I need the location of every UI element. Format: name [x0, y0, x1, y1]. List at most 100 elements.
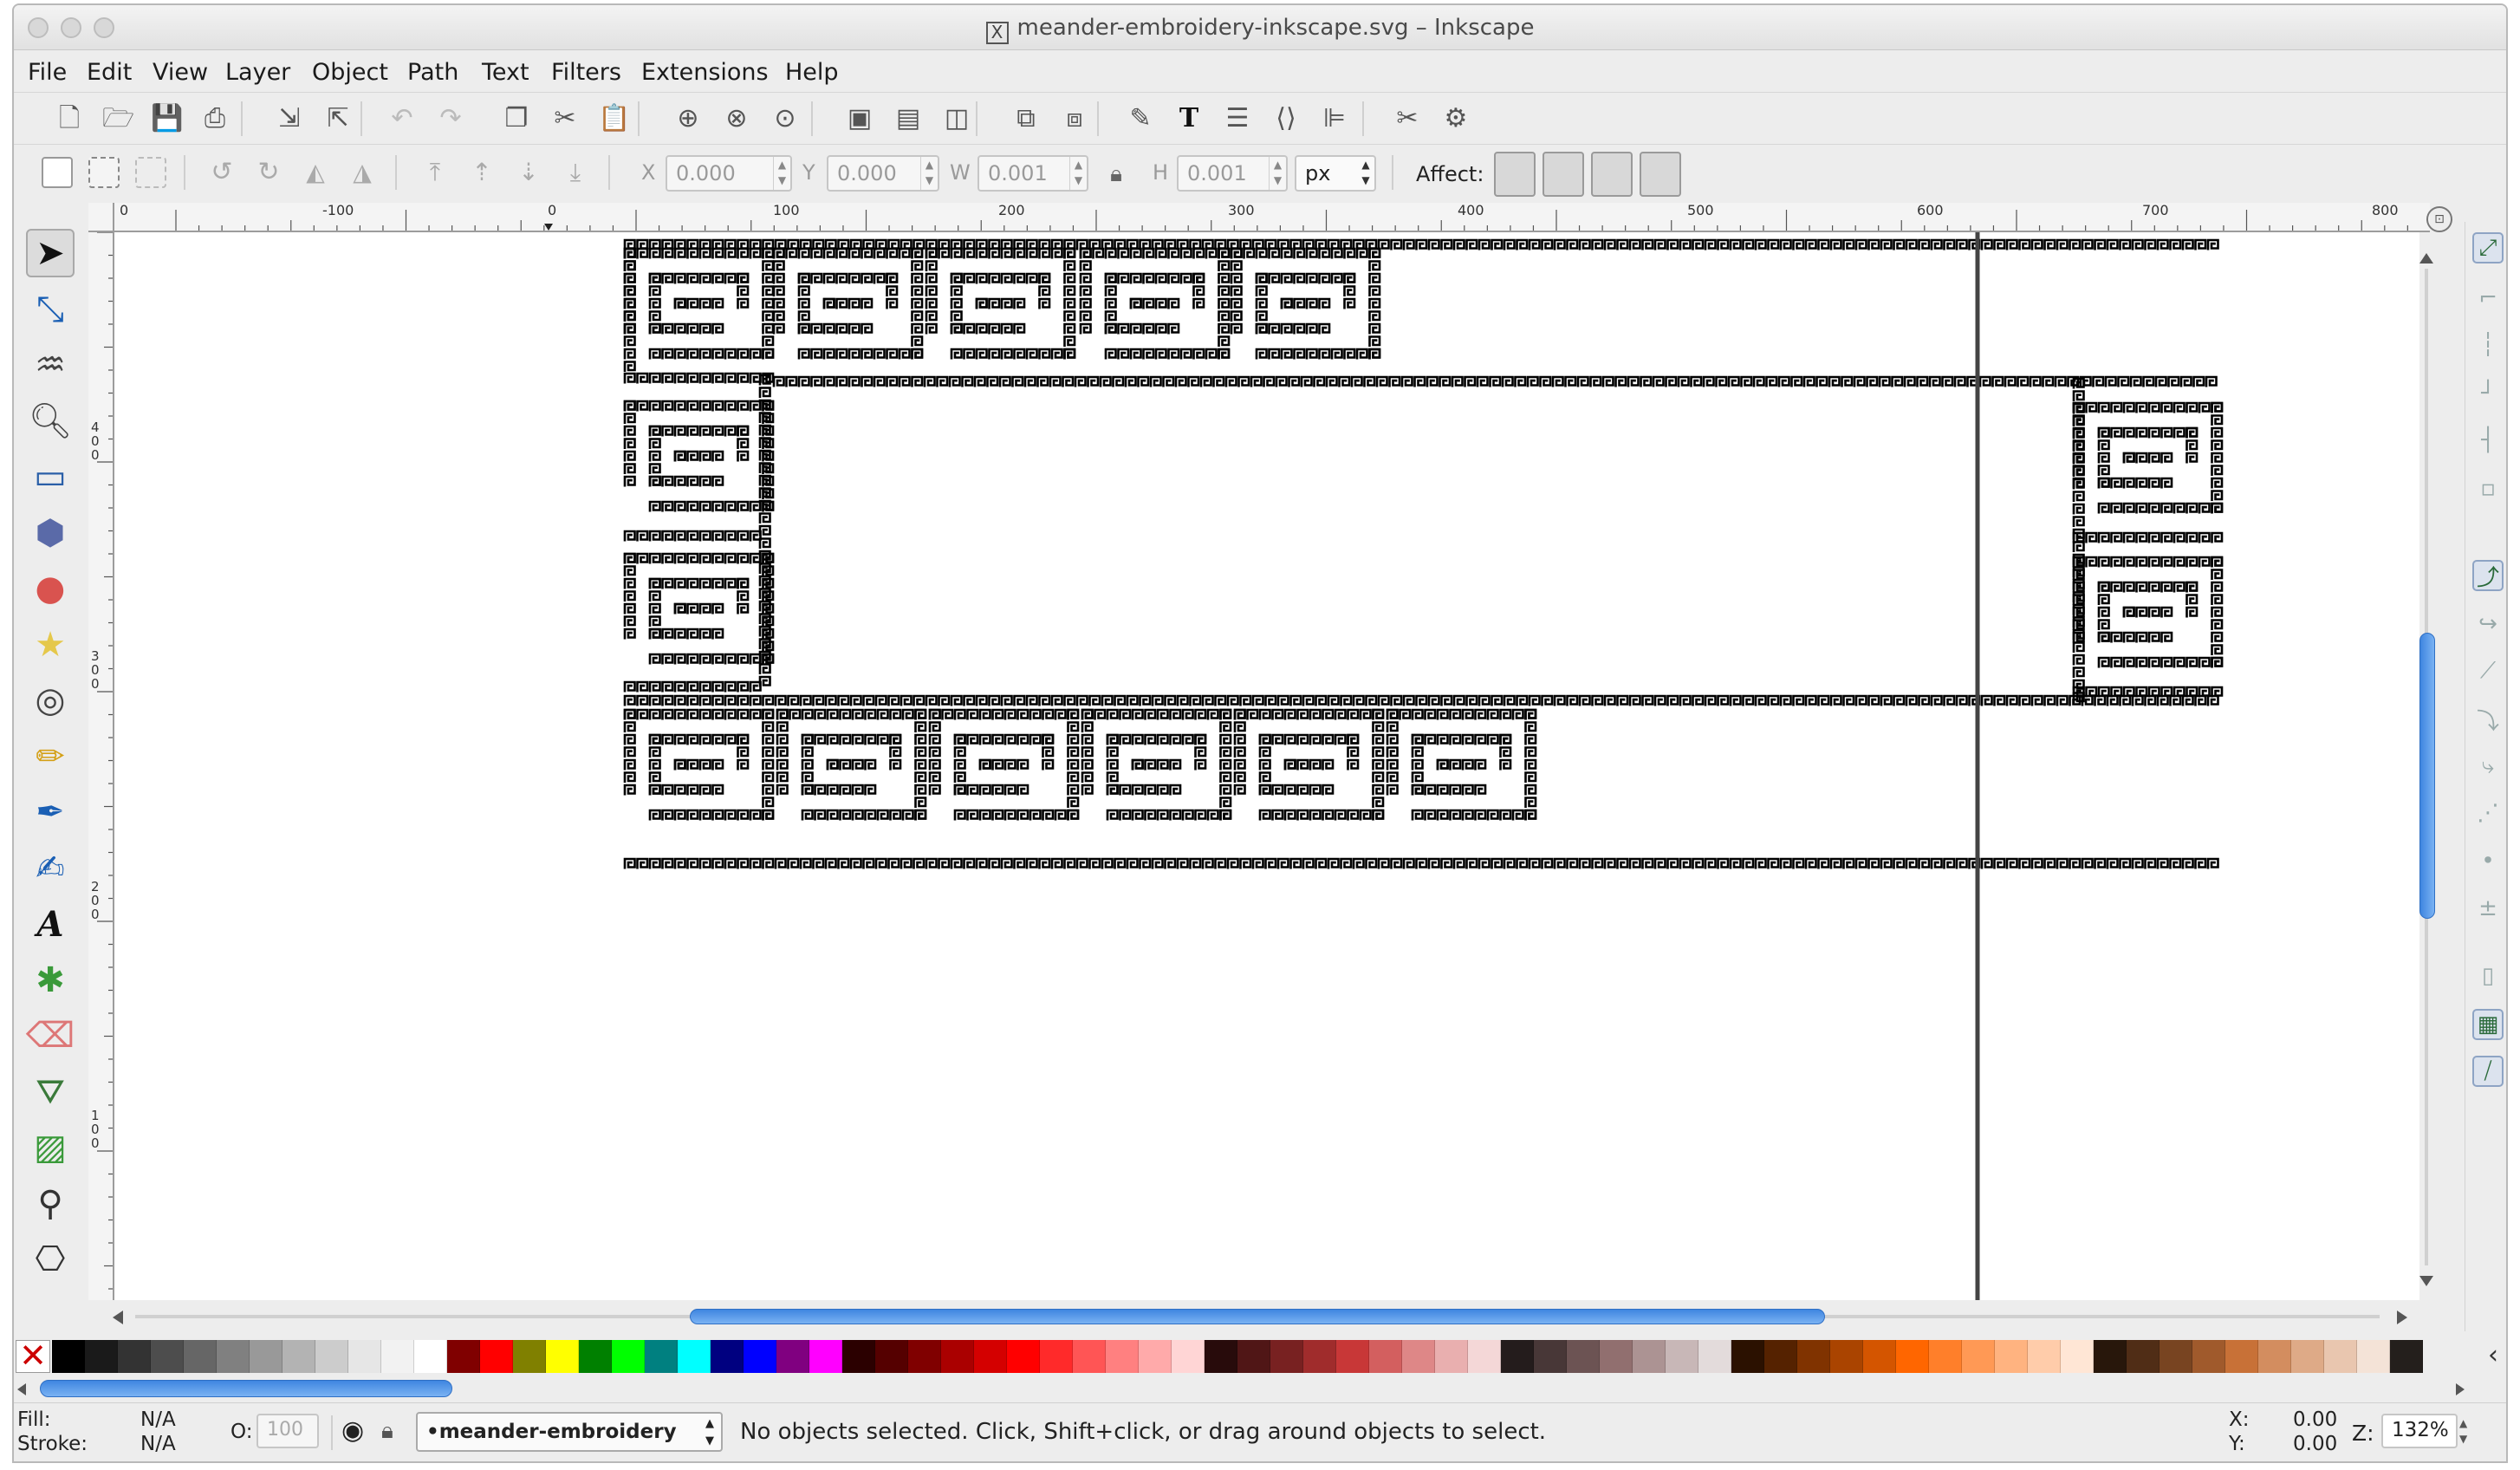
flip-horizontal-icon[interactable]: ◭ — [300, 157, 331, 188]
horizontal-scroll-thumb[interactable] — [690, 1309, 1825, 1324]
palette-scroll-right-icon[interactable] — [2456, 1383, 2465, 1395]
preferences-icon[interactable]: ✂ — [1392, 103, 1423, 134]
layers-icon[interactable]: ☰ — [1222, 103, 1253, 134]
connector-tool-icon[interactable]: ⎔ — [26, 1235, 75, 1284]
star-tool-icon[interactable]: ★ — [26, 621, 75, 669]
spray-tool-icon[interactable]: ✱ — [26, 956, 75, 1005]
unit-select[interactable]: px ▲ ▼ — [1295, 155, 1376, 192]
menu-text[interactable]: Text — [482, 59, 529, 86]
rotate-cw-icon[interactable]: ↻ — [253, 157, 284, 188]
xml-editor-icon[interactable]: ⟨⟩ — [1270, 103, 1302, 134]
snap-path-intersection-icon[interactable]: ⟋ — [2472, 655, 2504, 686]
menu-edit[interactable]: Edit — [87, 59, 132, 86]
color-swatch[interactable] — [2291, 1340, 2324, 1373]
color-swatch[interactable] — [579, 1340, 612, 1373]
select-all-layers-icon[interactable] — [88, 157, 120, 188]
color-swatch[interactable] — [480, 1340, 513, 1373]
color-swatch[interactable] — [941, 1340, 974, 1373]
select-all-icon[interactable] — [42, 157, 73, 188]
color-swatch[interactable] — [151, 1340, 184, 1373]
color-swatch[interactable] — [1303, 1340, 1336, 1373]
scroll-right-arrow-icon[interactable] — [2397, 1311, 2407, 1324]
node-editor-icon[interactable]: ✎ — [1125, 103, 1156, 134]
lock-aspect-icon[interactable]: 🔒︎ — [1101, 159, 1132, 190]
transform-patterns-toggle[interactable] — [1640, 152, 1681, 197]
color-swatch[interactable] — [2357, 1340, 2390, 1373]
snap-path-icon[interactable]: ↪ — [2472, 608, 2504, 640]
color-swatch[interactable] — [2258, 1340, 2291, 1373]
color-swatch[interactable] — [842, 1340, 875, 1373]
snap-cusp-nodes-icon[interactable]: ⤵ — [2472, 704, 2504, 735]
scale-stroke-toggle[interactable] — [1494, 152, 1536, 197]
dropper-tool-icon[interactable]: ⚲ — [26, 1180, 75, 1228]
color-swatch[interactable] — [1896, 1340, 1929, 1373]
color-swatch[interactable] — [1040, 1340, 1073, 1373]
zoom-spinner[interactable]: ▲ ▼ — [2459, 1415, 2467, 1447]
color-swatch[interactable] — [1567, 1340, 1600, 1373]
menu-view[interactable]: View — [153, 59, 208, 86]
color-swatch[interactable] — [1863, 1340, 1896, 1373]
eraser-tool-icon[interactable]: ⌫ — [26, 1011, 75, 1060]
color-swatch[interactable] — [1369, 1340, 1402, 1373]
color-swatch[interactable] — [1336, 1340, 1369, 1373]
scroll-left-arrow-icon[interactable] — [113, 1311, 123, 1324]
color-swatch[interactable] — [1270, 1340, 1303, 1373]
color-swatch[interactable] — [1600, 1340, 1633, 1373]
color-swatch[interactable] — [974, 1340, 1007, 1373]
palette-menu-icon[interactable]: ‹ — [2480, 1338, 2506, 1373]
save-icon[interactable]: 💾 — [151, 103, 183, 134]
duplicate-icon[interactable]: ❐ — [501, 103, 532, 134]
color-swatch[interactable] — [2225, 1340, 2258, 1373]
y-field[interactable]: 0.000 ▲ ▼ — [827, 155, 939, 192]
rectangle-tool-icon[interactable]: ▭ — [26, 452, 75, 501]
color-swatch[interactable] — [283, 1340, 315, 1373]
fill-value[interactable]: N/A — [140, 1408, 176, 1431]
h-spinner[interactable]: ▲ ▼ — [1269, 157, 1286, 190]
color-swatch[interactable] — [414, 1340, 447, 1373]
color-swatch[interactable] — [184, 1340, 217, 1373]
transform-gradients-toggle[interactable] — [1591, 152, 1633, 197]
menu-object[interactable]: Object — [312, 59, 388, 86]
x-spinner[interactable]: ▲ ▼ — [773, 157, 790, 190]
snap-rotation-center-icon[interactable]: ± — [2472, 893, 2504, 924]
palette-scroll-left-icon[interactable] — [17, 1383, 26, 1395]
snap-midpoints-icon[interactable]: ⋰ — [2472, 797, 2504, 829]
color-swatch[interactable] — [908, 1340, 941, 1373]
color-swatch[interactable] — [2324, 1340, 2357, 1373]
rotate-ccw-icon[interactable]: ↺ — [206, 157, 237, 188]
color-swatch[interactable] — [546, 1340, 579, 1373]
menu-path[interactable]: Path — [407, 59, 458, 86]
w-spinner[interactable]: ▲ ▼ — [1069, 157, 1087, 190]
menu-extensions[interactable]: Extensions — [641, 59, 769, 86]
snap-bbox-icon[interactable]: ⌐ — [2472, 283, 2504, 314]
node-tool-icon[interactable]: ⤡ — [26, 285, 75, 334]
color-swatch[interactable] — [645, 1340, 678, 1373]
open-icon[interactable]: 🗁 — [102, 103, 134, 134]
group-icon[interactable]: ▣ — [844, 103, 875, 134]
lower-to-bottom-icon[interactable]: ⤓ — [560, 157, 591, 188]
color-swatch[interactable] — [2192, 1340, 2225, 1373]
new-document-icon[interactable]: 🗋 — [54, 103, 85, 134]
export-icon[interactable]: ⇱ — [322, 103, 354, 134]
color-swatch[interactable] — [348, 1340, 381, 1373]
align-icon[interactable]: ⊫ — [1319, 103, 1350, 134]
snap-bbox-edge-icon[interactable]: ┆ — [2472, 329, 2504, 361]
snap-bbox-center-icon[interactable]: ▫ — [2472, 473, 2504, 504]
paste-icon[interactable]: 📋 — [598, 103, 630, 134]
snap-toggle-icon[interactable]: ⤢ — [2472, 232, 2504, 263]
color-swatch[interactable] — [1929, 1340, 1962, 1373]
color-swatch[interactable] — [1139, 1340, 1172, 1373]
color-swatch[interactable] — [2094, 1340, 2127, 1373]
color-swatch[interactable] — [1698, 1340, 1731, 1373]
menu-file[interactable]: File — [28, 59, 67, 86]
color-swatch[interactable] — [1205, 1340, 1237, 1373]
eye-visibility-icon[interactable]: ◉ — [341, 1417, 364, 1445]
spiral-tool-icon[interactable]: ◎ — [26, 676, 75, 725]
color-swatch[interactable] — [2127, 1340, 2160, 1373]
color-swatch[interactable] — [250, 1340, 283, 1373]
zoom-field[interactable]: 132% — [2381, 1414, 2458, 1448]
menu-filters[interactable]: Filters — [551, 59, 621, 86]
color-swatch[interactable] — [52, 1340, 85, 1373]
color-swatch[interactable] — [1797, 1340, 1830, 1373]
snap-page-border-icon[interactable]: ▯ — [2472, 960, 2504, 992]
